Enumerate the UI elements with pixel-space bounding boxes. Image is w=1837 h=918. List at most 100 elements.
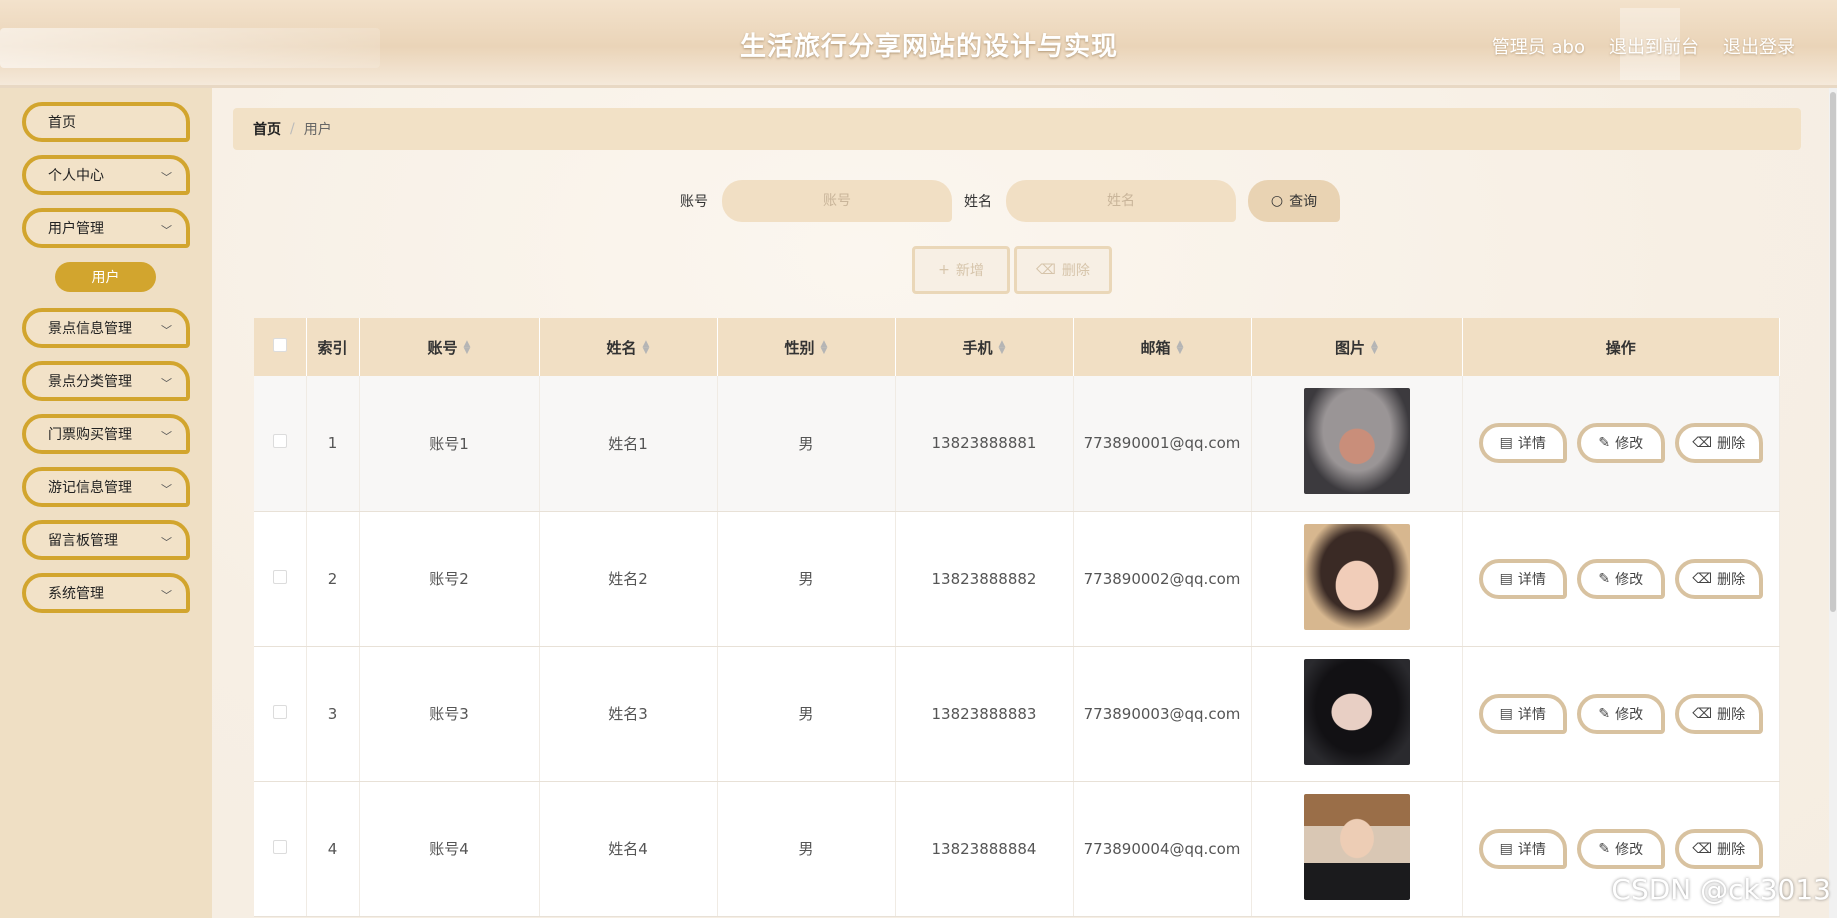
add-button-label: 新增 — [955, 263, 984, 279]
column-header-index: 索引 — [306, 318, 360, 376]
sidebar-subitem-users[interactable]: 用户 — [55, 262, 156, 292]
sidebar-item-message-board[interactable]: 留言板管理 ﹀ — [22, 520, 190, 560]
batch-delete-button[interactable]: ⌫ 删除 — [1014, 246, 1112, 294]
column-header-name[interactable]: 姓名 ▲ ▼ — [539, 318, 718, 376]
sidebar-item-label: 游记信息管理 — [48, 480, 132, 496]
row-checkbox[interactable] — [272, 434, 287, 449]
cell-gender: 男 — [717, 646, 896, 782]
back-to-front-link[interactable]: 退出到前台 — [1609, 33, 1699, 59]
edit-button[interactable]: ✎ 修改 — [1576, 828, 1665, 869]
add-button[interactable]: + 新增 — [912, 246, 1010, 294]
delete-button[interactable]: ⌫ 删除 — [1674, 828, 1763, 869]
scrollbar-thumb[interactable] — [1830, 92, 1836, 612]
detail-button[interactable]: ▤ 详情 — [1478, 828, 1567, 869]
row-select-cell — [254, 511, 307, 647]
sidebar-item-personal-center[interactable]: 个人中心 ﹀ — [22, 155, 190, 195]
edit-button-label: 修改 — [1615, 841, 1644, 858]
delete-button[interactable]: ⌫ 删除 — [1674, 423, 1763, 464]
query-button[interactable]: ○ 查询 — [1248, 180, 1340, 222]
account-search-input[interactable] — [722, 180, 952, 222]
sidebar-item-scenic-info[interactable]: 景点信息管理 ﹀ — [22, 308, 190, 348]
sidebar-item-travel-notes[interactable]: 游记信息管理 ﹀ — [22, 467, 190, 507]
column-header-email[interactable]: 邮箱 ▲ ▼ — [1073, 318, 1252, 376]
pencil-icon: ✎ — [1598, 840, 1611, 857]
document-icon: ▤ — [1499, 435, 1513, 452]
document-icon: ▤ — [1499, 840, 1513, 857]
sort-icon[interactable]: ▲ ▼ — [999, 340, 1006, 356]
cell-index: 3 — [306, 646, 360, 782]
column-header-label: 账号 — [427, 338, 458, 357]
detail-button[interactable]: ▤ 详情 — [1478, 423, 1567, 464]
delete-button[interactable]: ⌫ 删除 — [1674, 693, 1763, 734]
sort-icon[interactable]: ▲ ▼ — [821, 340, 828, 356]
sidebar-item-system-management[interactable]: 系统管理 ﹀ — [22, 573, 190, 613]
sidebar-item-user-management[interactable]: 用户管理 ﹀ — [22, 208, 190, 248]
detail-button[interactable]: ▤ 详情 — [1478, 558, 1567, 599]
sidebar-item-ticket-purchase[interactable]: 门票购买管理 ﹀ — [22, 414, 190, 454]
sort-icon[interactable]: ▲ ▼ — [464, 340, 471, 356]
detail-button-label: 详情 — [1517, 841, 1546, 858]
cell-phone: 13823888884 — [895, 781, 1074, 917]
row-checkbox[interactable] — [272, 569, 287, 584]
cell-actions: ▤ 详情 ✎ 修改 ⌫ 删除 — [1462, 376, 1780, 512]
table-row: 3 账号3 姓名3 男 13823888883 773890003@qq.com… — [254, 646, 1780, 782]
cell-phone: 13823888883 — [895, 646, 1074, 782]
row-checkbox[interactable] — [272, 839, 287, 854]
column-header-label: 姓名 — [606, 338, 637, 357]
sort-icon[interactable]: ▲ ▼ — [1371, 340, 1378, 356]
edit-button[interactable]: ✎ 修改 — [1576, 423, 1665, 464]
chevron-down-icon: ﹀ — [161, 377, 172, 390]
row-checkbox[interactable] — [272, 704, 287, 719]
sidebar-item-label: 个人中心 — [48, 168, 104, 184]
plus-icon: + — [938, 262, 950, 278]
column-header-phone[interactable]: 手机 ▲ ▼ — [895, 318, 1074, 376]
sidebar-item-home[interactable]: 首页 — [22, 102, 190, 142]
delete-button-label: 删除 — [1061, 263, 1090, 279]
watermark: CSDN @ck3013 — [1611, 873, 1831, 906]
site-title: 生活旅行分享网站的设计与实现 — [740, 32, 1119, 62]
cell-name: 姓名3 — [539, 646, 718, 782]
sidebar-item-label: 景点信息管理 — [48, 321, 132, 337]
sort-icon[interactable]: ▲ ▼ — [643, 340, 650, 356]
user-avatar-image — [1303, 388, 1410, 495]
edit-button[interactable]: ✎ 修改 — [1576, 693, 1665, 734]
sidebar-item-scenic-category[interactable]: 景点分类管理 ﹀ — [22, 361, 190, 401]
detail-button[interactable]: ▤ 详情 — [1478, 693, 1567, 734]
column-header-label: 手机 — [962, 338, 993, 357]
column-header-image[interactable]: 图片 ▲ ▼ — [1251, 318, 1463, 376]
trash-icon: ⌫ — [1692, 570, 1713, 587]
cell-image — [1251, 376, 1463, 512]
breadcrumb-home[interactable]: 首页 — [253, 119, 281, 139]
select-all-checkbox[interactable] — [272, 338, 287, 352]
delete-button-label: 删除 — [1717, 571, 1746, 588]
sidebar-item-label: 留言板管理 — [48, 533, 118, 549]
trash-icon: ⌫ — [1692, 705, 1713, 722]
column-header-gender[interactable]: 性别 ▲ ▼ — [717, 318, 896, 376]
header-decoration — [0, 28, 380, 68]
row-select-cell — [254, 376, 307, 512]
cell-index: 1 — [306, 376, 360, 512]
column-header-actions: 操作 — [1462, 318, 1780, 376]
row-select-cell — [254, 781, 307, 917]
user-avatar-image — [1303, 523, 1410, 630]
search-bar: 账号 姓名 ○ 查询 — [680, 180, 1340, 222]
sort-icon[interactable]: ▲ ▼ — [1177, 340, 1184, 356]
page-scrollbar[interactable] — [1829, 88, 1837, 918]
detail-button-label: 详情 — [1517, 706, 1546, 723]
top-header: 生活旅行分享网站的设计与实现 管理员 abo 退出到前台 退出登录 — [0, 0, 1837, 88]
sidebar-item-label: 用户管理 — [48, 221, 104, 237]
delete-button[interactable]: ⌫ 删除 — [1674, 558, 1763, 599]
cell-account: 账号1 — [359, 376, 540, 512]
action-toolbar: + 新增 ⌫ 删除 — [912, 246, 1112, 294]
cell-gender: 男 — [717, 376, 896, 512]
name-search-input[interactable] — [1006, 180, 1236, 222]
column-header-account[interactable]: 账号 ▲ ▼ — [359, 318, 540, 376]
edit-button[interactable]: ✎ 修改 — [1576, 558, 1665, 599]
table-row: 4 账号4 姓名4 男 13823888884 773890004@qq.com… — [254, 781, 1780, 917]
trash-icon: ⌫ — [1692, 435, 1713, 452]
cell-index: 2 — [306, 511, 360, 647]
trash-icon: ⌫ — [1036, 262, 1056, 278]
breadcrumb-current: 用户 — [303, 122, 332, 138]
logout-link[interactable]: 退出登录 — [1723, 33, 1795, 59]
table-row: 1 账号1 姓名1 男 13823888881 773890001@qq.com… — [254, 376, 1780, 512]
